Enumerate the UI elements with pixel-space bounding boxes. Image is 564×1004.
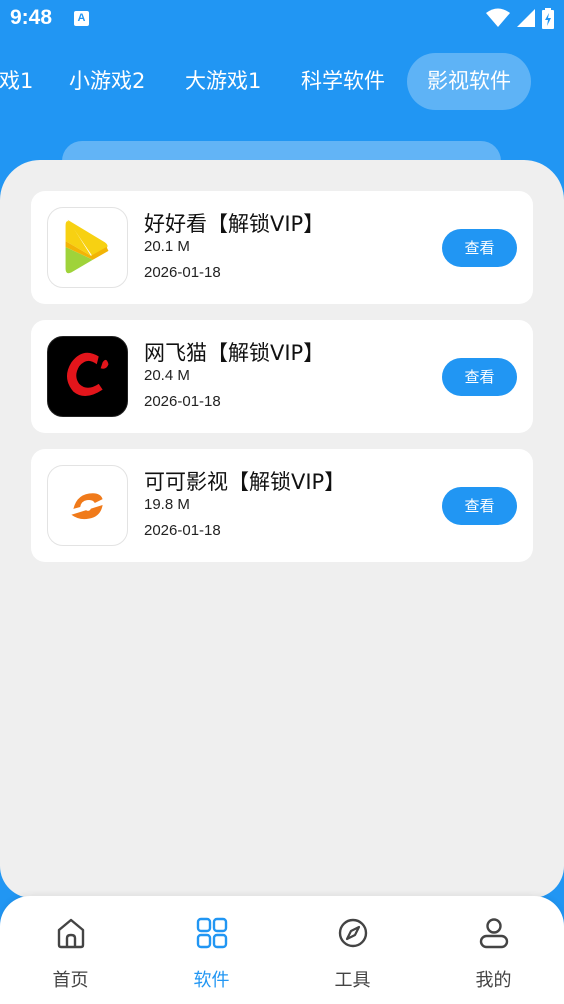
category-tabs: 戏1 小游戏2 大游戏1 科学软件 影视软件 — [0, 53, 564, 111]
nav-label: 首页 — [52, 970, 89, 991]
app-card-keke[interactable]: 可可影视【解锁VIP】 19.8 M 2026-01-18 查看 — [31, 449, 533, 562]
view-button[interactable]: 查看 — [442, 358, 517, 396]
nav-home[interactable]: 首页 — [0, 896, 141, 1004]
wangfeimao-icon — [47, 336, 128, 417]
tab-science-software[interactable]: 科学软件 — [301, 53, 385, 110]
tab-small-game-2[interactable]: 小游戏2 — [69, 53, 145, 110]
battery-charging-icon — [542, 7, 554, 29]
app-list-panel: 好好看【解锁VIP】 20.1 M 2026-01-18 查看 网飞猫【解锁VI… — [0, 160, 564, 898]
user-icon — [479, 918, 508, 949]
tab-video-software[interactable]: 影视软件 — [407, 53, 531, 110]
app-card-wangfeimao[interactable]: 网飞猫【解锁VIP】 20.4 M 2026-01-18 查看 — [31, 320, 533, 433]
status-icons — [486, 7, 554, 29]
app-card-haohaokan[interactable]: 好好看【解锁VIP】 20.1 M 2026-01-18 查看 — [31, 191, 533, 304]
app-size: 19.8 M — [144, 496, 190, 513]
app-title: 网飞猫【解锁VIP】 — [144, 341, 325, 365]
app-title: 好好看【解锁VIP】 — [144, 212, 325, 236]
view-button[interactable]: 查看 — [442, 229, 517, 267]
nav-mine[interactable]: 我的 — [423, 896, 564, 1004]
nav-software[interactable]: 软件 — [141, 896, 282, 1004]
haohaokan-icon — [47, 207, 128, 288]
app-date: 2026-01-18 — [144, 264, 221, 281]
view-button[interactable]: 查看 — [442, 487, 517, 525]
status-bar: 9:48 A — [0, 0, 564, 38]
nav-label: 工具 — [334, 970, 371, 991]
wifi-icon — [486, 8, 510, 27]
app-title: 可可影视【解锁VIP】 — [144, 470, 346, 494]
nav-tools[interactable]: 工具 — [282, 896, 423, 1004]
app-size: 20.1 M — [144, 238, 190, 255]
a-letter-icon: A — [74, 11, 89, 26]
app-size: 20.4 M — [144, 367, 190, 384]
nav-label: 我的 — [475, 970, 512, 991]
app-date: 2026-01-18 — [144, 522, 221, 539]
tab-game-1[interactable]: 戏1 — [0, 53, 33, 110]
app-date: 2026-01-18 — [144, 393, 221, 410]
compass-icon — [338, 918, 367, 948]
bottom-nav: 首页 软件 工具 我的 — [0, 896, 564, 1004]
tab-big-game-1[interactable]: 大游戏1 — [185, 53, 261, 110]
keke-icon — [47, 465, 128, 546]
signal-icon — [517, 9, 535, 27]
home-icon — [57, 918, 84, 949]
status-time: 9:48 — [10, 6, 53, 29]
grid-icon — [196, 917, 227, 949]
nav-label: 软件 — [193, 970, 230, 991]
